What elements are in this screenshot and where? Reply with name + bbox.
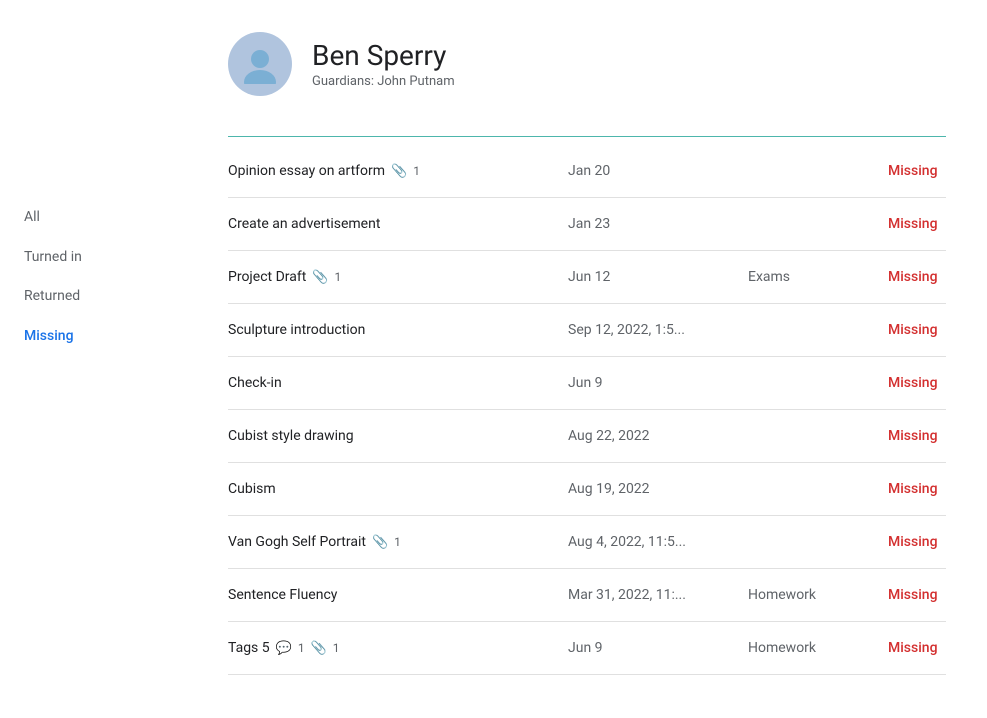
assignment-status: Missing	[888, 216, 946, 232]
assignment-name-text: Van Gogh Self Portrait	[228, 534, 366, 550]
assignment-name: Opinion essay on artform 📎 1	[228, 163, 568, 179]
assignment-name-text: Create an advertisement	[228, 216, 380, 232]
chat-icon: 💬	[276, 641, 292, 656]
attachment-count: 1	[413, 164, 420, 178]
profile-guardians: Guardians: John Putnam	[312, 74, 455, 89]
assignment-name: Project Draft 📎 1	[228, 269, 568, 285]
profile-header: Ben Sperry Guardians: John Putnam	[228, 32, 946, 112]
divider-line	[228, 136, 946, 137]
assignment-status: Missing	[888, 269, 946, 285]
assignment-name: Sculpture introduction	[228, 322, 568, 338]
assignment-date: Aug 4, 2022, 11:5...	[568, 534, 748, 550]
assignment-row[interactable]: Cubism Aug 19, 2022 Missing	[228, 463, 946, 516]
assignment-category: Homework	[748, 587, 888, 603]
assignment-category: Homework	[748, 640, 888, 656]
assignment-date: Jan 20	[568, 163, 748, 179]
assignment-date: Jun 12	[568, 269, 748, 285]
sidebar-item-missing[interactable]: Missing	[24, 319, 180, 355]
chat-count: 1	[298, 641, 305, 655]
assignment-list: Opinion essay on artform📎1Jan 20MissingC…	[228, 145, 946, 675]
assignment-row[interactable]: Van Gogh Self Portrait 📎 1 Aug 4, 2022, 11:…	[228, 516, 946, 569]
assignment-status: Missing	[888, 534, 946, 550]
assignment-status: Missing	[888, 481, 946, 497]
assignment-date: Sep 12, 2022, 1:5...	[568, 322, 748, 338]
avatar	[228, 32, 292, 96]
assignment-date: Aug 22, 2022	[568, 428, 748, 444]
assignment-name-text: Cubist style drawing	[228, 428, 354, 444]
attachment-count: 1	[394, 535, 401, 549]
assignment-date: Aug 19, 2022	[568, 481, 748, 497]
sidebar-item-turned-in[interactable]: Turned in	[24, 240, 180, 276]
assignment-date: Jun 9	[568, 640, 748, 656]
assignment-name-text: Opinion essay on artform	[228, 163, 385, 179]
assignment-name: Create an advertisement	[228, 216, 568, 232]
assignment-status: Missing	[888, 587, 946, 603]
assignment-status: Missing	[888, 375, 946, 391]
attachment-count: 1	[335, 270, 342, 284]
profile-info: Ben Sperry Guardians: John Putnam	[312, 39, 455, 90]
attachment-count: 1	[333, 641, 340, 655]
assignment-name-text: Tags 5	[228, 640, 270, 656]
profile-name: Ben Sperry	[312, 39, 455, 73]
assignment-row[interactable]: Cubist style drawing Aug 22, 2022 Missing	[228, 410, 946, 463]
assignment-name-text: Check-in	[228, 375, 282, 391]
assignment-name-text: Sculpture introduction	[228, 322, 365, 338]
assignment-status: Missing	[888, 428, 946, 444]
sidebar: All Turned inReturned Missing	[0, 0, 180, 718]
attachment-icon: 📎	[372, 535, 388, 550]
assignment-row[interactable]: Create an advertisement Jan 23 Missing	[228, 198, 946, 251]
assignment-name: Cubist style drawing	[228, 428, 568, 444]
assignment-status: Missing	[888, 640, 946, 656]
assignment-name: Sentence Fluency	[228, 587, 568, 603]
assignment-name: Van Gogh Self Portrait 📎 1	[228, 534, 568, 550]
assignment-name-text: Cubism	[228, 481, 276, 497]
assignment-status: Missing	[888, 322, 946, 338]
assignment-date: Mar 31, 2022, 11:...	[568, 587, 748, 603]
assignment-name: Cubism	[228, 481, 568, 497]
sidebar-item-all[interactable]: All	[24, 200, 180, 236]
page-container: All Turned inReturned Missing Ben Sperry G…	[0, 0, 987, 718]
assignment-name-text: Project Draft	[228, 269, 306, 285]
sidebar-item-returned[interactable]: Returned	[24, 279, 180, 315]
assignment-row[interactable]: Opinion essay on artform 📎 1 Jan 20 Missing	[228, 145, 946, 198]
assignment-row[interactable]: Tags 5 💬 1 📎 1 Jun 9HomeworkMissing	[228, 622, 946, 675]
assignment-name: Check-in	[228, 375, 568, 391]
assignment-category: Exams	[748, 269, 888, 285]
assignment-row[interactable]: Project Draft 📎 1 Jun 12ExamsMissing	[228, 251, 946, 304]
attachment-icon: 📎	[391, 164, 407, 179]
assignment-row[interactable]: Sentence Fluency Mar 31, 2022, 11:...Home…	[228, 569, 946, 622]
attachment-icon: 📎	[311, 641, 327, 656]
assignment-status: Missing	[888, 163, 946, 179]
attachment-icon: 📎	[312, 270, 328, 285]
main-content: Ben Sperry Guardians: John Putnam Opinio…	[180, 0, 987, 718]
assignment-row[interactable]: Sculpture introduction Sep 12, 2022, 1:5.…	[228, 304, 946, 357]
assignment-name-text: Sentence Fluency	[228, 587, 337, 603]
assignment-row[interactable]: Check-in Jun 9 Missing	[228, 357, 946, 410]
assignment-date: Jan 23	[568, 216, 748, 232]
assignment-date: Jun 9	[568, 375, 748, 391]
assignment-name: Tags 5 💬 1 📎 1	[228, 640, 568, 656]
